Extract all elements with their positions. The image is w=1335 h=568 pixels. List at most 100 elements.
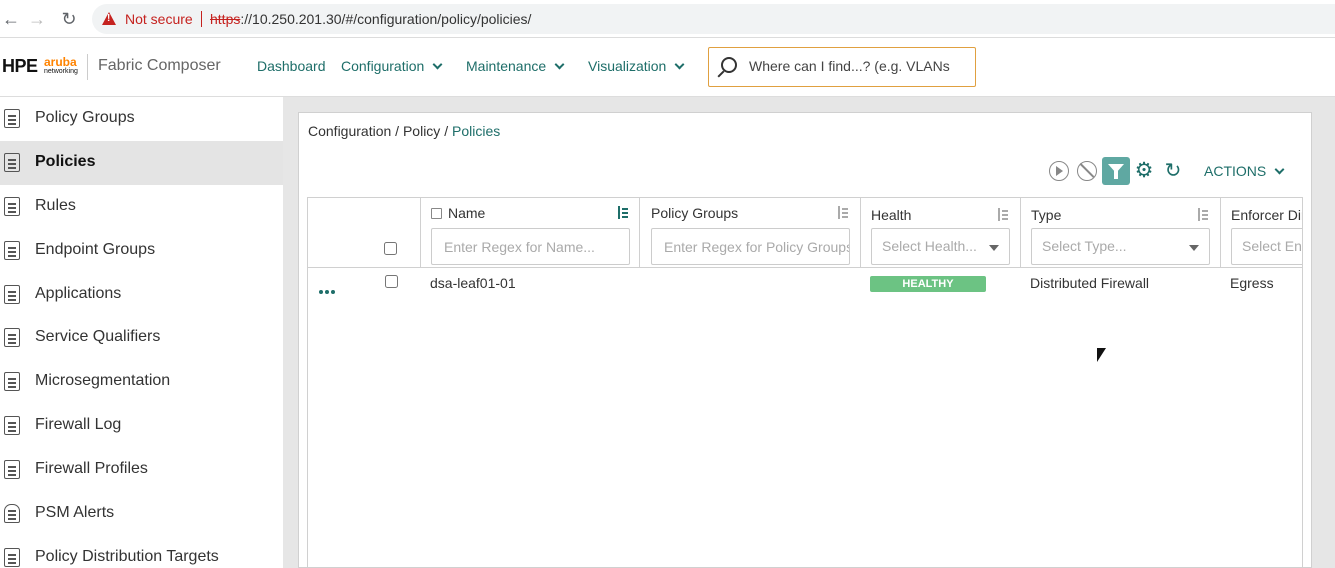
app-header: HPE aruba networking Fabric Composer Das…: [0, 38, 1335, 97]
nav-visualization-label: Visualization: [588, 58, 667, 74]
nav-maintenance[interactable]: Maintenance: [466, 58, 565, 74]
sidebar-item-policies[interactable]: Policies: [0, 141, 283, 185]
sidebar-item-endpoint-groups[interactable]: Endpoint Groups: [0, 229, 283, 273]
logo-networking-text: networking: [44, 68, 78, 75]
filter-icon[interactable]: [1102, 157, 1130, 185]
sidebar-item-label: Endpoint Groups: [35, 241, 156, 258]
more-options-icon[interactable]: [319, 281, 339, 294]
sort-icon[interactable]: [997, 208, 1009, 222]
policy-groups-filter-input[interactable]: [651, 228, 850, 265]
logo-aruba-text: aruba: [44, 55, 77, 69]
breadcrumb-policies: Policies: [451, 123, 501, 139]
chevron-down-icon: [432, 59, 443, 70]
chevron-down-icon: [554, 59, 565, 70]
policy-groups-icon: [4, 109, 20, 128]
column-divider: [860, 198, 861, 268]
sidebar-item-microsegmentation[interactable]: Microsegmentation: [0, 360, 283, 404]
refresh-icon[interactable]: ↻: [1162, 160, 1184, 182]
chevron-down-icon: [1274, 164, 1285, 175]
address-divider: [201, 11, 202, 27]
firewall-profiles-icon: [4, 460, 20, 479]
caret-down-icon: [989, 245, 999, 251]
actions-label: ACTIONS: [1204, 163, 1267, 179]
cell-name[interactable]: dsa-leaf01-01: [430, 275, 516, 291]
nav-maintenance-label: Maintenance: [466, 58, 547, 74]
forward-arrow-icon[interactable]: →: [26, 8, 48, 30]
column-divider: [1220, 198, 1221, 268]
address-bar[interactable]: Not secure https://10.250.201.30/#/confi…: [92, 4, 1335, 34]
policies-icon: [4, 153, 20, 172]
sidebar-item-service-qualifiers[interactable]: Service Qualifiers: [0, 316, 283, 360]
global-search[interactable]: [708, 47, 976, 87]
service-qualifiers-icon: [4, 328, 20, 347]
enforcer-direction-select[interactable]: Select Enfo: [1231, 228, 1302, 265]
nav-dashboard-label: Dashboard: [257, 58, 326, 74]
actions-dropdown[interactable]: ACTIONS: [1204, 163, 1285, 179]
logo-hpe-text: HPE: [2, 56, 38, 76]
bell-icon: [4, 504, 20, 523]
sidebar-item-policy-groups[interactable]: Policy Groups: [0, 97, 283, 141]
nav-configuration[interactable]: Configuration: [341, 58, 443, 74]
sidebar-item-label: Service Qualifiers: [35, 328, 161, 345]
url-scheme: https: [210, 11, 241, 27]
sidebar-item-label: Firewall Log: [35, 416, 122, 433]
name-filter-input[interactable]: [431, 228, 630, 265]
reload-icon[interactable]: ↻: [58, 8, 80, 30]
sidebar: Policy Groups Policies Rules Endpoint Gr…: [0, 97, 283, 568]
type-select-placeholder: Select Type...: [1042, 238, 1127, 254]
sort-icon[interactable]: [617, 206, 629, 220]
policies-table: Name Policy Groups Health Select Health.…: [307, 197, 1303, 568]
breadcrumb: Configuration / Policy / Policies: [308, 123, 500, 139]
url-text[interactable]: https://10.250.201.30/#/configuration/po…: [210, 4, 531, 34]
mouse-pointer-icon: [1097, 348, 1106, 362]
select-all-checkbox[interactable]: [384, 242, 397, 255]
microsegmentation-icon: [4, 372, 20, 391]
enforcer-select-placeholder: Select Enfo: [1242, 238, 1302, 254]
breadcrumb-separator: /: [440, 123, 452, 139]
sort-icon[interactable]: [837, 206, 849, 220]
column-header-name[interactable]: Name: [448, 205, 485, 221]
column-header-enforcer-direction[interactable]: Enforcer Dire: [1231, 207, 1302, 223]
health-select[interactable]: Select Health...: [871, 228, 1010, 265]
edit-icon: [431, 208, 442, 219]
url-path: ://10.250.201.30/#/configuration/policy/…: [240, 11, 532, 27]
sidebar-item-label: Firewall Profiles: [35, 460, 148, 477]
gear-icon[interactable]: ⚙: [1133, 160, 1155, 182]
column-divider: [1020, 198, 1021, 268]
distribution-icon: [4, 548, 20, 567]
browser-toolbar: ← → ↻ Not secure https://10.250.201.30/#…: [0, 0, 1335, 38]
sidebar-item-applications[interactable]: Applications: [0, 273, 283, 317]
logo-divider: [87, 54, 88, 80]
sidebar-item-policy-distribution-targets[interactable]: Policy Distribution Targets: [0, 536, 283, 568]
disable-icon[interactable]: [1077, 161, 1097, 181]
endpoint-groups-icon: [4, 241, 20, 260]
play-icon[interactable]: [1049, 161, 1069, 181]
column-header-policy-groups[interactable]: Policy Groups: [651, 205, 738, 221]
sidebar-item-psm-alerts[interactable]: PSM Alerts: [0, 492, 283, 536]
health-select-placeholder: Select Health...: [882, 238, 977, 254]
sidebar-item-label: Microsegmentation: [35, 372, 171, 389]
column-header-health[interactable]: Health: [871, 207, 911, 223]
sort-icon[interactable]: [1197, 208, 1209, 222]
nav-configuration-label: Configuration: [341, 58, 425, 74]
not-secure-label: Not secure: [125, 11, 193, 27]
sidebar-item-firewall-profiles[interactable]: Firewall Profiles: [0, 448, 283, 492]
sidebar-item-firewall-log[interactable]: Firewall Log: [0, 404, 283, 448]
back-arrow-icon[interactable]: ←: [0, 8, 22, 30]
warning-icon: [102, 12, 116, 25]
sidebar-item-rules[interactable]: Rules: [0, 185, 283, 229]
search-input[interactable]: [749, 58, 969, 74]
sidebar-item-label: Policy Distribution Targets: [35, 548, 219, 565]
applications-icon: [4, 285, 20, 304]
sidebar-item-label: Applications: [35, 285, 122, 302]
type-select[interactable]: Select Type...: [1031, 228, 1210, 265]
row-checkbox[interactable]: [385, 275, 398, 288]
breadcrumb-configuration[interactable]: Configuration: [308, 123, 391, 139]
breadcrumb-policy[interactable]: Policy: [403, 123, 440, 139]
column-header-type[interactable]: Type: [1031, 207, 1061, 223]
nav-dashboard[interactable]: Dashboard: [257, 58, 326, 74]
firewall-log-icon: [4, 416, 20, 435]
status-badge: HEALTHY: [870, 276, 986, 292]
sidebar-item-label: PSM Alerts: [35, 504, 115, 521]
nav-visualization[interactable]: Visualization: [588, 58, 685, 74]
